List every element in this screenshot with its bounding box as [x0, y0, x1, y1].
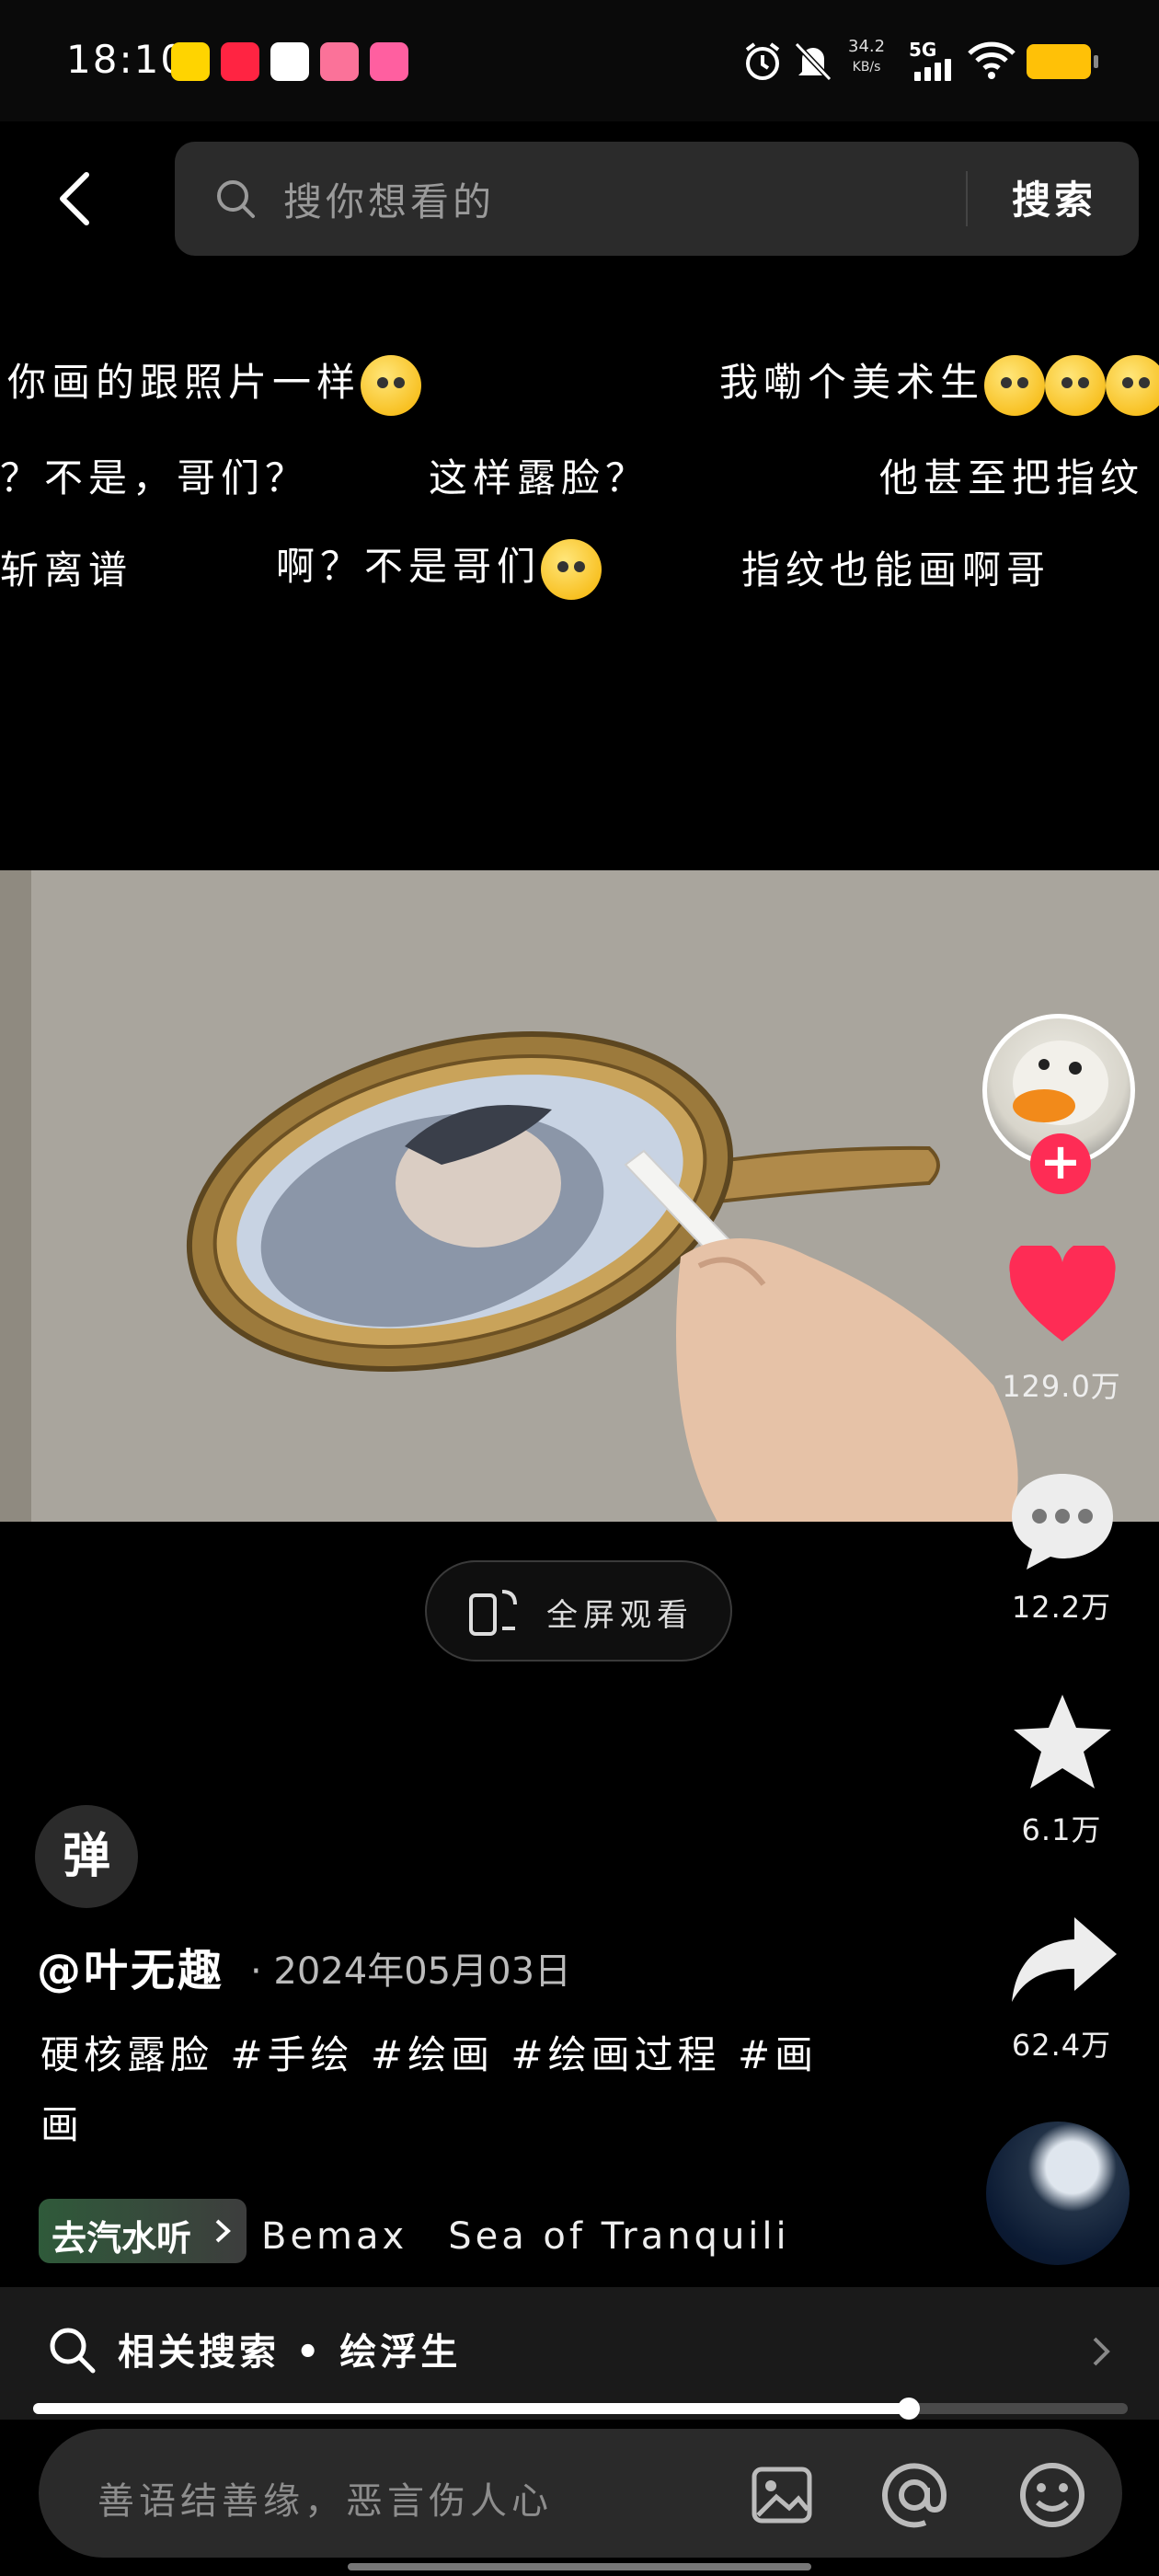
image-icon[interactable]	[749, 2462, 815, 2528]
danmaku-item: 我嘞个美术生	[719, 351, 1159, 416]
share-count: 62.4万	[1011, 2028, 1112, 2063]
search-icon	[50, 2328, 96, 2374]
post-description[interactable]: 硬核露脸 #手绘 #绘画 #绘画过程 #画画	[40, 2020, 850, 2160]
favorite-count: 6.1万	[1021, 1812, 1102, 1847]
alarm-icon	[745, 42, 780, 80]
comment-input[interactable]: 善语结善缘，恶言伤人心	[98, 2471, 553, 2524]
mute-icon	[794, 41, 832, 82]
search-button[interactable]: 搜索	[1012, 169, 1096, 225]
search-icon	[217, 180, 255, 218]
author-name[interactable]: @叶无趣	[37, 1934, 224, 1998]
progress-knob[interactable]	[898, 2398, 920, 2420]
xiaohongshu-notification-icon	[221, 42, 259, 81]
chevron-right-icon	[1093, 2337, 1110, 2366]
progress-fill	[33, 2403, 909, 2414]
wifi-icon	[968, 41, 1016, 79]
network-type: 5G	[909, 39, 937, 61]
mention-at-icon[interactable]	[879, 2460, 949, 2530]
rotate-screen-icon	[469, 1590, 517, 1636]
search-input[interactable]: 搜你想看的	[283, 171, 495, 227]
camera-notification-icon	[370, 42, 408, 81]
comment-icon[interactable]	[1008, 1470, 1117, 1573]
search-divider	[966, 171, 968, 226]
danmaku-item: 这样露脸？	[429, 455, 650, 500]
laughing-emoji-icon	[1045, 354, 1107, 416]
info-notification-icon	[270, 42, 309, 81]
music-track[interactable]: Bemax Sea of Tranquili	[261, 2206, 790, 2260]
music-disc-icon[interactable]	[986, 2122, 1130, 2265]
related-search-bar[interactable]: 相关搜索 • 绘浮生	[0, 2287, 1159, 2420]
battery-icon	[1027, 44, 1098, 79]
chevron-right-icon	[215, 2219, 231, 2243]
fullscreen-button[interactable]: 全屏观看	[425, 1560, 732, 1662]
emoji-icon[interactable]	[1017, 2460, 1087, 2530]
bilibili-notification-icon	[320, 42, 359, 81]
back-arrow-icon[interactable]	[55, 171, 92, 226]
favorite-star-icon[interactable]	[1008, 1691, 1117, 1794]
danmaku-item: 斩离谱	[0, 547, 133, 592]
signal-icon	[914, 59, 953, 81]
playback-progress-bar[interactable]	[33, 2398, 1128, 2420]
follow-button[interactable]: +	[1030, 1133, 1091, 1194]
video-player[interactable]	[0, 870, 1159, 1522]
laughing-emoji-icon	[1106, 354, 1159, 416]
home-indicator[interactable]	[348, 2563, 811, 2570]
share-icon[interactable]	[1008, 1914, 1120, 2006]
danmaku-item: ？不是，哥们？	[0, 455, 310, 500]
danmaku-toggle-button[interactable]: 弹	[35, 1805, 138, 1908]
open-in-qishui-button[interactable]: 去汽水听	[39, 2199, 247, 2263]
danmaku-item: 他甚至把指纹	[879, 455, 1145, 500]
status-bar: 18:10 34.2 KB/s 5G	[0, 0, 1159, 121]
comment-input-bar[interactable]: 善语结善缘，恶言伤人心	[39, 2429, 1122, 2558]
video-frame	[0, 870, 1159, 1522]
post-date: · 2024年05月03日	[250, 1950, 572, 1993]
clock: 18:10	[66, 37, 188, 82]
smile-emoji-icon	[361, 354, 422, 416]
comment-count: 12.2万	[1011, 1590, 1112, 1625]
surprised-emoji-icon	[541, 538, 602, 600]
like-count: 129.0万	[1002, 1369, 1121, 1404]
danmaku-item: 你画的跟照片一样	[7, 351, 422, 416]
laughing-emoji-icon	[984, 354, 1046, 416]
app-notification-icon	[171, 42, 210, 81]
like-heart-icon[interactable]	[1008, 1246, 1117, 1343]
net-speed: 34.2 KB/s	[848, 37, 886, 75]
danmaku-item: 指纹也能画啊哥	[741, 547, 1051, 592]
danmaku-item: 啊？不是哥们	[276, 535, 602, 600]
search-bar[interactable]: 搜你想看的 搜索	[175, 142, 1139, 256]
